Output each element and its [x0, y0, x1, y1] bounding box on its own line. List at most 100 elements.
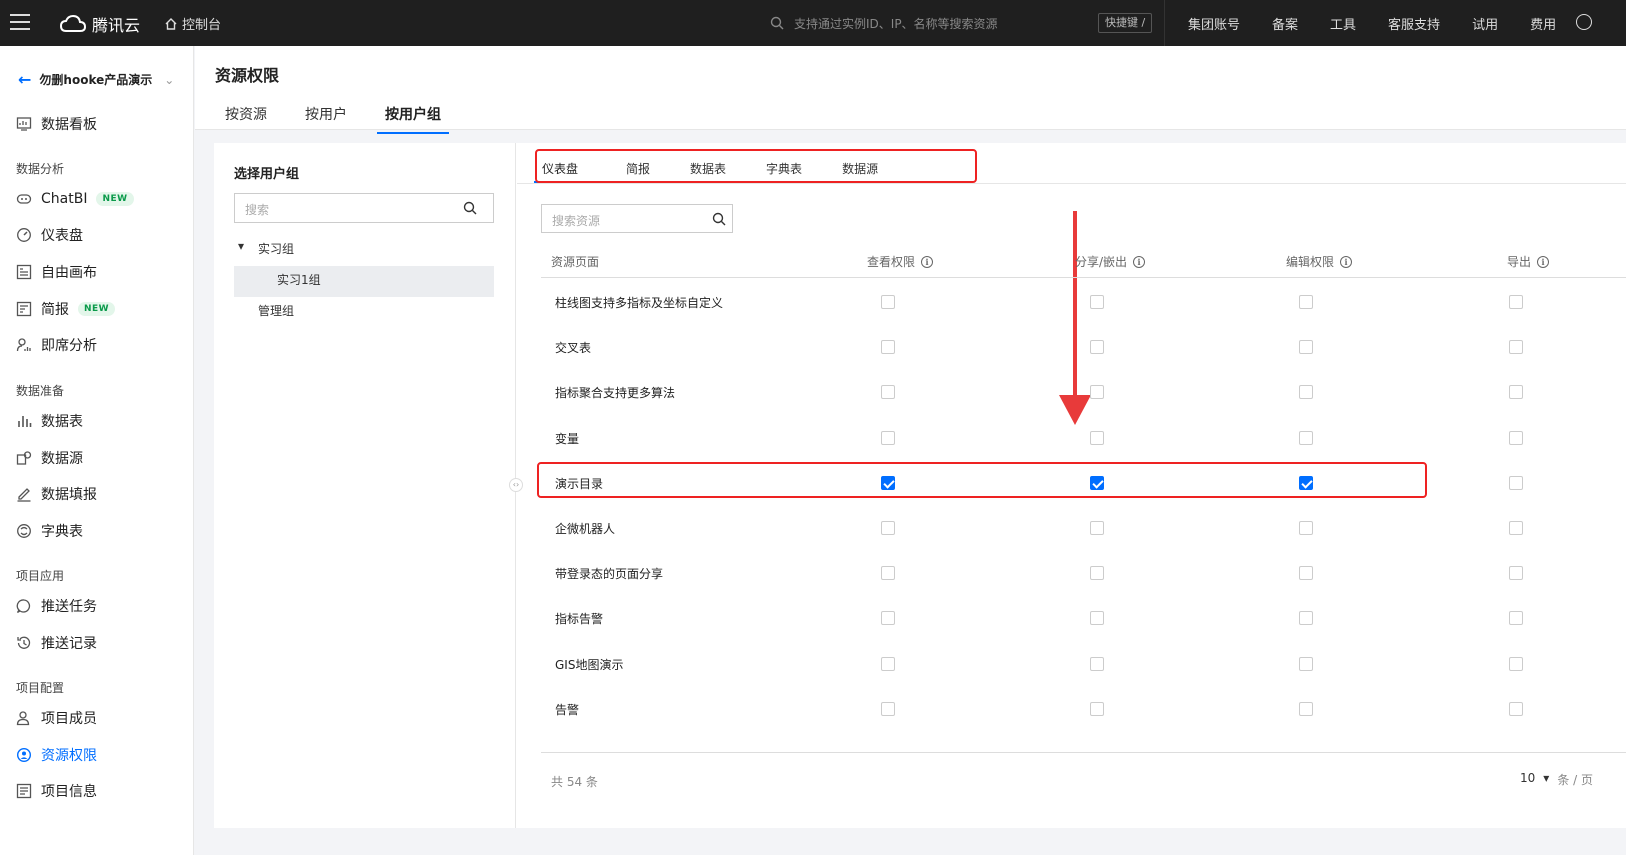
- project-switcher[interactable]: ← 勿删hooke产品演示 ⌄: [18, 70, 174, 89]
- col-resource-page: 资源页面: [551, 253, 599, 270]
- sidebar-item-dict[interactable]: 字典表: [16, 520, 83, 542]
- nav-group-account[interactable]: 集团账号: [1188, 14, 1240, 33]
- tab-by-resource[interactable]: 按资源: [225, 104, 267, 134]
- view-checkbox[interactable]: [881, 611, 895, 626]
- sidebar-item-adhoc[interactable]: 即席分析: [16, 334, 97, 356]
- permissions-card: 选择用户组 搜索 ▾ 实习组 实习1组 管理组 ‹› 仪表盘 简报 数据表 字典…: [214, 143, 1626, 828]
- view-checkbox[interactable]: [881, 521, 895, 535]
- edit-checkbox[interactable]: [1299, 295, 1313, 309]
- message-icon: [16, 599, 31, 614]
- export-checkbox[interactable]: [1509, 295, 1523, 309]
- edit-checkbox[interactable]: [1299, 430, 1313, 445]
- table-row: 交叉表: [541, 324, 1626, 369]
- resource-search-input[interactable]: 搜索资源: [541, 204, 733, 233]
- table-row: 柱线图支持多指标及坐标自定义: [541, 279, 1626, 324]
- tree-node-intern-group-1[interactable]: 实习1组: [277, 271, 321, 288]
- col-label: 查看权限: [867, 255, 916, 269]
- col-view-permission: 查看权限 i: [867, 253, 934, 270]
- view-checkbox[interactable]: [881, 430, 895, 445]
- page-size-selector[interactable]: 10 ▾ 条 / 页: [1520, 771, 1593, 788]
- nav-support[interactable]: 客服支持: [1388, 14, 1440, 33]
- sidebar-item-table[interactable]: 数据表: [16, 410, 83, 432]
- sidebar-item-push-log[interactable]: 推送记录: [16, 632, 97, 654]
- share-checkbox[interactable]: [1090, 521, 1104, 535]
- sidebar-item-chatbi[interactable]: ChatBI NEW: [16, 188, 134, 210]
- sidebar-item-dashboard[interactable]: 数据看板: [16, 113, 97, 135]
- edit-checkbox[interactable]: [1299, 566, 1313, 581]
- brand-name: 腾讯云: [92, 16, 141, 35]
- tree-expand-icon[interactable]: ▾: [238, 239, 244, 253]
- edit-checkbox[interactable]: [1299, 521, 1313, 535]
- share-checkbox[interactable]: [1090, 701, 1104, 716]
- back-arrow-icon[interactable]: ←: [18, 70, 31, 89]
- tab-by-user[interactable]: 按用户: [305, 104, 347, 134]
- global-search[interactable]: 支持通过实例ID、IP、名称等搜索资源: [770, 11, 1150, 35]
- nav-tools[interactable]: 工具: [1330, 14, 1356, 33]
- sidebar-item-fill[interactable]: 数据填报: [16, 483, 97, 505]
- top-nav-bar: 腾讯云 控制台 支持通过实例ID、IP、名称等搜索资源 快捷键 / 集团账号 备…: [0, 0, 1626, 46]
- info-icon[interactable]: i: [1340, 255, 1353, 268]
- edit-checkbox[interactable]: [1299, 340, 1313, 355]
- sidebar-item-label: 数据表: [41, 414, 83, 430]
- sidebar-item-info[interactable]: 项目信息: [16, 780, 97, 802]
- dictionary-icon: [17, 524, 31, 538]
- view-checkbox[interactable]: [881, 385, 895, 400]
- export-checkbox[interactable]: [1509, 611, 1523, 626]
- view-checkbox[interactable]: [881, 340, 895, 355]
- home-icon: [165, 17, 177, 30]
- sidebar-item-source[interactable]: 数据源: [16, 447, 83, 469]
- search-icon[interactable]: [712, 212, 726, 226]
- export-checkbox[interactable]: [1509, 566, 1523, 581]
- sidebar-item-permissions[interactable]: 资源权限: [16, 744, 97, 766]
- export-checkbox[interactable]: [1509, 385, 1523, 400]
- nav-beian[interactable]: 备案: [1272, 14, 1298, 33]
- brand-logo[interactable]: 腾讯云: [60, 12, 140, 36]
- table-row: 带登录态的页面分享: [541, 550, 1626, 595]
- info-icon[interactable]: i: [1133, 255, 1146, 268]
- edit-checkbox[interactable]: [1299, 656, 1313, 671]
- console-link[interactable]: 控制台: [164, 14, 221, 33]
- share-checkbox[interactable]: [1090, 656, 1104, 671]
- view-checkbox[interactable]: [881, 701, 895, 716]
- view-checkbox[interactable]: [881, 295, 895, 309]
- export-checkbox[interactable]: [1509, 521, 1523, 535]
- tab-by-user-group[interactable]: 按用户组: [377, 104, 449, 134]
- sidebar-item-canvas[interactable]: 自由画布: [16, 261, 97, 283]
- nav-trial[interactable]: 试用: [1472, 14, 1498, 33]
- tree-node-selected[interactable]: [234, 266, 494, 297]
- share-checkbox[interactable]: [1090, 385, 1104, 400]
- user-group-panel: 选择用户组 搜索 ▾ 实习组 实习1组 管理组 ‹›: [214, 143, 523, 828]
- export-checkbox[interactable]: [1509, 430, 1523, 445]
- view-checkbox[interactable]: [881, 566, 895, 581]
- export-checkbox[interactable]: [1509, 340, 1523, 355]
- user-group-search-input[interactable]: 搜索: [234, 193, 494, 223]
- edit-checkbox[interactable]: [1299, 385, 1313, 400]
- export-checkbox[interactable]: [1509, 701, 1523, 716]
- tree-node-admin-group[interactable]: 管理组: [258, 302, 294, 319]
- share-checkbox[interactable]: [1090, 611, 1104, 626]
- info-icon[interactable]: i: [921, 255, 934, 268]
- share-checkbox[interactable]: [1090, 295, 1104, 309]
- export-checkbox[interactable]: [1509, 475, 1523, 490]
- shortcut-hint[interactable]: 快捷键 /: [1098, 13, 1153, 33]
- sidebar-item-push-task[interactable]: 推送任务: [16, 595, 97, 617]
- new-badge: NEW: [78, 302, 116, 316]
- edit-checkbox[interactable]: [1299, 611, 1313, 626]
- search-icon[interactable]: [463, 201, 477, 215]
- hamburger-menu-icon[interactable]: [10, 14, 30, 30]
- sidebar-item-brief[interactable]: 简报 NEW: [16, 298, 116, 320]
- sidebar-item-members[interactable]: 项目成员: [16, 707, 97, 729]
- share-checkbox[interactable]: [1090, 566, 1104, 581]
- help-icon[interactable]: [1576, 14, 1592, 30]
- share-checkbox[interactable]: [1090, 430, 1104, 445]
- shield-user-icon: [16, 747, 32, 763]
- tree-node-intern-group[interactable]: 实习组: [258, 240, 294, 257]
- export-checkbox[interactable]: [1509, 656, 1523, 671]
- sidebar: ← 勿删hooke产品演示 ⌄ 数据看板 数据分析 ChatBI NEW 仪表盘…: [0, 46, 194, 855]
- edit-checkbox[interactable]: [1299, 701, 1313, 716]
- view-checkbox[interactable]: [881, 656, 895, 671]
- info-icon[interactable]: i: [1537, 255, 1550, 268]
- share-checkbox[interactable]: [1090, 340, 1104, 355]
- sidebar-item-panel[interactable]: 仪表盘: [16, 224, 83, 246]
- nav-billing[interactable]: 费用: [1530, 14, 1556, 33]
